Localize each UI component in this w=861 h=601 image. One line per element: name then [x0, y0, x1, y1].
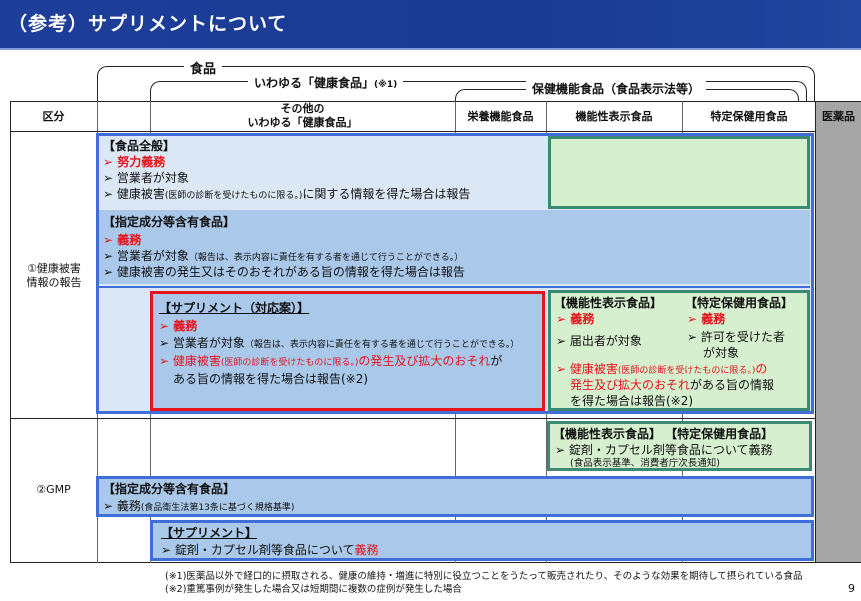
- claims-report-spread-tail: がある旨の情報: [690, 378, 775, 392]
- claims-report-harm: ➢ 健康被害: [556, 362, 618, 376]
- designated-report-target-small: （報告は、表示内容に責任を有する者を通じて行うことができる。）: [188, 253, 464, 263]
- supplement-proposal-target: ➢ 営業者が対象（報告は、表示内容に責任を有する者を通じて行うことができる。）: [159, 335, 519, 353]
- designated-report-title: 【指定成分等含有食品】: [103, 215, 236, 229]
- supplement-gmp-duty-red: 義務: [354, 543, 379, 557]
- row-label-report: ①健康被害 情報の報告: [14, 262, 94, 290]
- supplement-proposal-tail: が: [490, 354, 503, 368]
- row-label-report-line1: ①健康被害: [27, 262, 81, 275]
- health-food-note: (※1): [374, 80, 398, 90]
- supplement-proposal-target-small: （報告は、表示内容に責任を有する者を通じて行うことができる。）: [244, 340, 520, 350]
- page-title: （参考）サプリメントについて: [0, 0, 861, 48]
- supplement-proposal-spread: の発生及び拡大のおそれ: [358, 354, 491, 368]
- row-label-report-line2: 情報の報告: [26, 276, 82, 289]
- header-foshu: 特定保健用食品: [710, 110, 788, 123]
- general-food-title: 【食品全般】: [103, 139, 176, 153]
- title-underline: [0, 48, 861, 50]
- supplement-gmp-duty-main: ➢ 錠剤・カプセル剤等食品について: [161, 543, 355, 557]
- designated-report-condition: ➢ 健康被害の発生又はそのおそれがある旨の情報を得た場合は報告: [103, 265, 465, 279]
- claims-report-func-duty: ➢ 義務: [556, 312, 595, 326]
- general-food-report-tail: に関する情報を得た場合は報告: [302, 187, 471, 201]
- food-label: 食品: [184, 58, 223, 77]
- pharma-header: 医薬品: [822, 110, 855, 123]
- designated-report-box: 【指定成分等含有食品】 ➢ 義務 ➢ 営業者が対象（報告は、表示内容に責任を有す…: [99, 210, 810, 284]
- claims-report-foshu-target-2: が対象: [703, 346, 740, 360]
- supplement-proposal-harm: ➢ 健康被害: [159, 354, 221, 368]
- supplement-gmp-title: 【サプリメント】: [161, 526, 258, 540]
- claims-report-condition-2: 発生及び拡大のおそれがある旨の情報: [570, 377, 774, 393]
- supplement-proposal-harm-small: (医師の診断を受けたものに限る。): [220, 358, 359, 368]
- designated-gmp-title: 【指定成分等含有食品】: [103, 482, 236, 496]
- claims-gmp-box: 【機能性表示食品】 【特定保健用食品】 ➢ 錠剤・カプセル剤等食品について義務 …: [547, 421, 812, 471]
- health-food-text: いわゆる「健康食品」: [254, 76, 375, 90]
- designated-gmp-duty-small: (食品衛生法第13条に基づく規格基準): [140, 503, 295, 513]
- general-food-report-small: (医師の診断を受けたものに限る。): [164, 191, 303, 201]
- claims-report-foshu-target: ➢ 許可を受けた者: [687, 330, 785, 344]
- supplement-proposal-title: 【サプリメント（対応案）】: [159, 301, 310, 315]
- header-other-health-food: その他の いわゆる「健康食品」: [150, 102, 455, 130]
- row-label-gmp: ②GMP: [36, 483, 71, 496]
- footnote-2: (※2)重篤事例が発生した場合又は短期間に複数の症例が発生した場合: [165, 584, 462, 595]
- claims-report-func-title: 【機能性表示食品】: [554, 296, 663, 310]
- claims-report-foshu-duty: ➢ 義務: [687, 312, 726, 326]
- supplement-proposal-condition-2: ある旨の情報を得た場合は報告(※2): [173, 372, 369, 386]
- designated-gmp-duty-main: ➢ 義務: [103, 499, 141, 513]
- health-food-label: いわゆる「健康食品」(※1): [248, 74, 404, 91]
- designated-gmp-box: 【指定成分等含有食品】 ➢ 義務(食品衛生法第13条に基づく規格基準): [96, 476, 814, 517]
- claims-report-foshu-title: 【特定保健用食品】: [685, 296, 794, 310]
- page-number: 9: [848, 582, 855, 595]
- general-food-box: 【食品全般】 ➢ 努力義務 ➢ 営業者が対象 ➢ 健康被害(医師の診断を受けたも…: [99, 136, 546, 208]
- claims-report-harm-small: (医師の診断を受けたものに限る。): [617, 366, 756, 376]
- claims-report-box: 【機能性表示食品】 【特定保健用食品】 ➢ 義務 ➢ 義務 ➢ 届出者が対象 ➢…: [548, 290, 810, 411]
- claims-general-green-box: [548, 136, 810, 209]
- designated-report-target-main: ➢ 営業者が対象: [103, 249, 189, 263]
- claims-report-func-target: ➢ 届出者が対象: [556, 334, 642, 348]
- header-other-line2: いわゆる「健康食品」: [247, 116, 358, 129]
- general-food-target: ➢ 営業者が対象: [103, 171, 189, 185]
- pharma-column: [816, 101, 861, 563]
- header-category: 区分: [42, 110, 65, 123]
- grid-hline-section: [10, 418, 816, 419]
- claims-gmp-duty: ➢ 錠剤・カプセル剤等食品について義務: [555, 443, 773, 457]
- header-other-line1: その他の: [280, 102, 325, 115]
- supplement-proposal-box: 【サプリメント（対応案）】 ➢ 義務 ➢ 営業者が対象（報告は、表示内容に責任を…: [150, 291, 545, 411]
- grid-hline-header: [10, 131, 816, 132]
- supplement-proposal-condition: ➢ 健康被害(医師の診断を受けたものに限る。)の発生及び拡大のおそれが: [159, 353, 502, 371]
- claims-food-label: 保健機能食品（食品表示法等）: [526, 80, 707, 97]
- general-food-effort-duty: ➢ 努力義務: [103, 155, 166, 169]
- report-divider: [99, 286, 810, 288]
- claims-report-spread: 発生及び拡大のおそれ: [570, 378, 691, 392]
- footnote-1: (※1)医薬品以外で経口的に摂取される、健康の維持・増進に特別に役立つことをうた…: [165, 571, 803, 582]
- header-nutrient-function: 栄養機能食品: [467, 110, 534, 123]
- claims-gmp-basis: (食品表示基準、消費者庁次長通知): [570, 458, 720, 469]
- supplement-proposal-duty: ➢ 義務: [159, 319, 198, 333]
- supplement-gmp-duty: ➢ 錠剤・カプセル剤等食品について義務: [161, 542, 379, 558]
- claims-gmp-title: 【機能性表示食品】 【特定保健用食品】: [553, 427, 774, 441]
- designated-gmp-duty: ➢ 義務(食品衛生法第13条に基づく規格基準): [103, 498, 294, 516]
- supplement-gmp-box: 【サプリメント】 ➢ 錠剤・カプセル剤等食品について義務: [150, 520, 814, 561]
- claims-report-condition-3: を得た場合は報告(※2): [570, 394, 694, 408]
- supplement-proposal-target-main: ➢ 営業者が対象: [159, 336, 245, 350]
- claims-report-harm-tail: の: [755, 362, 768, 376]
- general-food-report: ➢ 健康被害(医師の診断を受けたものに限る。)に関する情報を得た場合は報告: [103, 186, 470, 204]
- general-food-report-main: ➢ 健康被害: [103, 187, 165, 201]
- header-function-claims: 機能性表示食品: [575, 110, 653, 123]
- designated-report-duty: ➢ 義務: [103, 233, 142, 247]
